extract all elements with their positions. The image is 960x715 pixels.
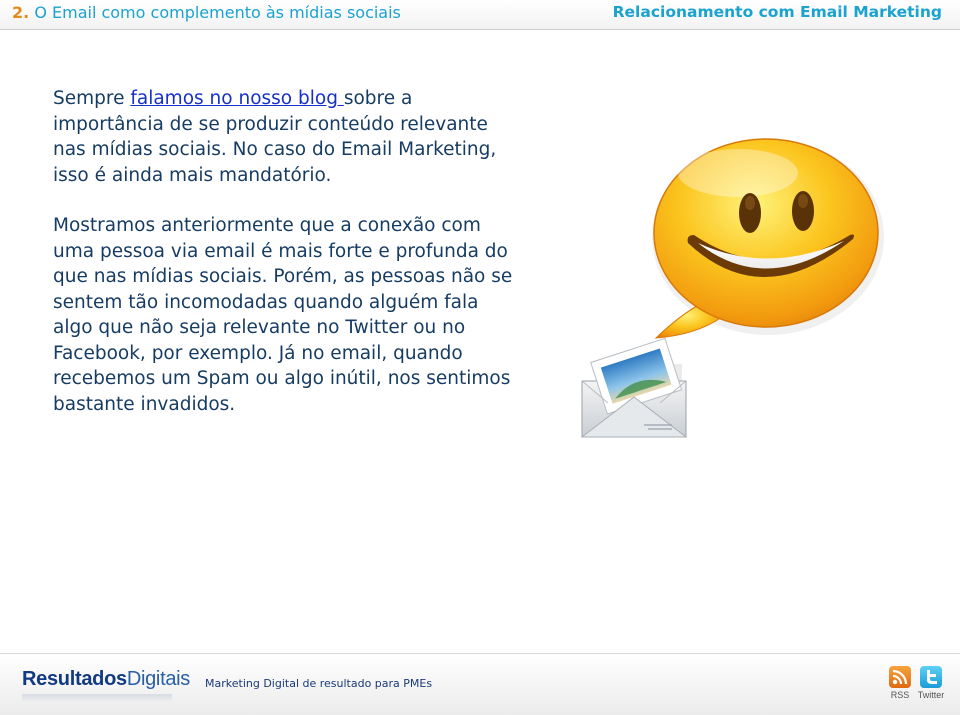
logo-text-bold: Resultados bbox=[22, 668, 127, 690]
envelope-photo-icon bbox=[580, 337, 688, 438]
twitter-icon bbox=[920, 666, 942, 688]
rss-icon bbox=[889, 666, 911, 688]
illustration bbox=[580, 138, 884, 438]
twitter-label: Twitter bbox=[917, 690, 945, 700]
chapter-title: Relacionamento com Email Marketing bbox=[612, 3, 942, 21]
footer-bar: ResultadosDigitais Marketing Digital de … bbox=[0, 653, 960, 715]
p1-text-before: Sempre bbox=[53, 88, 131, 109]
logo-text-light: Digitais bbox=[126, 668, 190, 690]
footer-tagline: Marketing Digital de resultado para PMEs bbox=[205, 677, 433, 690]
section-title-text: O Email como complemento às mídias socia… bbox=[34, 3, 401, 22]
header-bar: 2. O Email como complemento às mídias so… bbox=[0, 0, 960, 30]
resultados-digitais-logo[interactable]: ResultadosDigitais bbox=[22, 668, 190, 691]
smiley-speech-bubble-icon bbox=[652, 138, 884, 339]
paragraph-2: Mostramos anteriormente que a conexão co… bbox=[53, 215, 513, 415]
body-text: Sempre falamos no nosso blog sobre a imp… bbox=[53, 86, 523, 442]
logo-reflection bbox=[22, 694, 172, 702]
twitter-link[interactable]: Twitter bbox=[911, 666, 951, 700]
blog-link[interactable]: falamos no nosso blog bbox=[130, 88, 343, 109]
section-title: 2. O Email como complemento às mídias so… bbox=[12, 3, 401, 22]
paragraph-1: Sempre falamos no nosso blog sobre a imp… bbox=[53, 86, 523, 188]
section-number: 2. bbox=[12, 3, 30, 22]
